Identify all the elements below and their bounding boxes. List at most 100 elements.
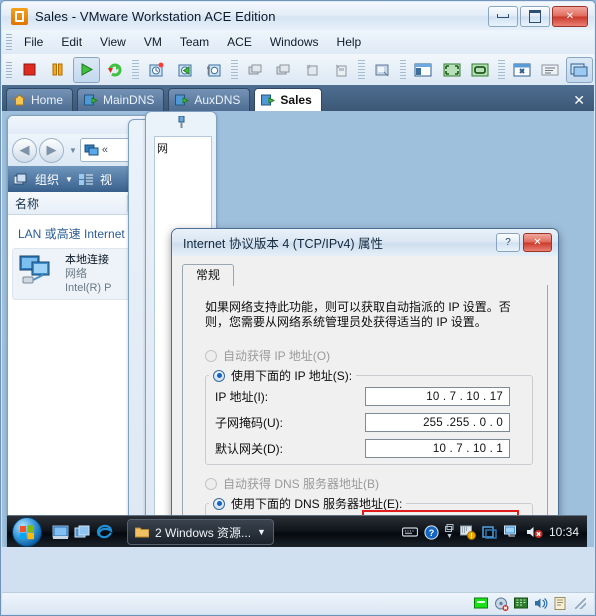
radio-indicator	[205, 349, 217, 362]
tab-sales[interactable]: Sales	[254, 88, 322, 111]
field-ip-address: IP 地址(I): 10 . 7 . 10 . 17	[215, 387, 525, 406]
subnet-mask-input[interactable]: 255 .255 . 0 . 0	[365, 413, 510, 432]
menubar-grip[interactable]	[6, 34, 12, 50]
console-icon[interactable]	[566, 56, 593, 83]
revert-snapshot-icon[interactable]	[172, 57, 199, 83]
vm-tab-icon	[175, 94, 190, 106]
windows-start-orb[interactable]	[12, 517, 42, 547]
dialog-tabs: 常规	[182, 264, 235, 286]
back-arrow-icon[interactable]: ◀	[12, 137, 37, 163]
network-status-icon[interactable]	[474, 597, 489, 610]
field-subnet-mask: 子网掩码(U): 255 .255 . 0 . 0	[215, 413, 525, 432]
breadcrumb[interactable]: «	[102, 144, 108, 156]
default-gateway-input[interactable]: 10 . 7 . 10 . 1	[365, 439, 510, 458]
radio-obtain-dns-auto[interactable]: 自动获得 DNS 服务器地址(B)	[205, 475, 379, 492]
menu-view[interactable]: View	[91, 33, 135, 51]
usb-status-icon[interactable]	[514, 597, 529, 610]
toolbar-separator-5	[498, 59, 505, 80]
fullscreen-icon[interactable]	[439, 57, 466, 83]
svg-text:!: !	[470, 533, 472, 540]
settings-icon[interactable]	[509, 57, 536, 83]
reset-icon[interactable]	[102, 57, 129, 83]
clone2-icon[interactable]	[270, 57, 297, 83]
radio-use-ip-manual[interactable]: 使用下面的 IP 地址(S):	[209, 367, 357, 384]
ip-address-input[interactable]: 10 . 7 . 10 . 17	[365, 387, 510, 406]
recent-pages-chevron-icon[interactable]: ▼	[69, 146, 77, 155]
window-title: Sales - VMware Workstation ACE Edition	[35, 8, 276, 24]
volume-muted-icon[interactable]	[526, 525, 543, 539]
close-tab-button[interactable]: ✕	[573, 89, 585, 111]
help-icon[interactable]: ?	[424, 524, 439, 540]
svg-text:?: ?	[429, 528, 435, 538]
sound-status-icon[interactable]	[534, 597, 549, 610]
menu-ace[interactable]: ACE	[218, 33, 261, 51]
menu-vm[interactable]: VM	[135, 33, 171, 51]
radio-obtain-dns-auto-label: 自动获得 DNS 服务器地址(B)	[223, 477, 380, 491]
radio-obtain-ip-auto[interactable]: 自动获得 IP 地址(O)	[205, 347, 330, 364]
radio-obtain-ip-auto-label: 自动获得 IP 地址(O)	[223, 349, 331, 363]
clone-icon[interactable]	[242, 57, 269, 83]
toolbar	[2, 54, 594, 86]
eject-icon[interactable]	[328, 57, 355, 83]
menu-team[interactable]: Team	[171, 33, 218, 51]
dialog-body: 常规 如果网络支持此功能，则可以获取自动指派的 IP 设置。否则，您需要从网络系…	[172, 256, 558, 547]
column-name[interactable]: 名称	[8, 195, 127, 212]
printer-status-icon[interactable]	[554, 596, 567, 611]
radio-indicator	[205, 477, 217, 490]
menubar: File Edit View VM Team ACE Windows Help	[2, 30, 594, 55]
taskbar-clock[interactable]: 10:34	[549, 525, 579, 539]
field-subnet-mask-label: 子网掩码(U):	[215, 416, 283, 430]
quick-launch-bar	[52, 524, 113, 540]
taskbar-button-explorer[interactable]: 2 Windows 资源... ▼	[127, 519, 274, 545]
tab-home[interactable]: Home	[6, 88, 74, 111]
menu-file[interactable]: File	[15, 33, 52, 51]
vm-tab-icon	[84, 94, 99, 106]
network-connections-icon	[84, 144, 99, 156]
connection-name: 本地连接	[65, 254, 109, 266]
menu-edit[interactable]: Edit	[52, 33, 91, 51]
keyboard-icon[interactable]	[401, 526, 418, 538]
general-tab-panel: 如果网络支持此功能，则可以获取自动指派的 IP 设置。否则，您需要从网络系统管理…	[182, 285, 548, 547]
views-button[interactable]: 视	[100, 171, 112, 188]
power-on-icon[interactable]	[73, 56, 100, 83]
tab-general[interactable]: 常规	[182, 264, 235, 286]
chevron-down-icon[interactable]: ▼	[257, 527, 266, 537]
dialog-close-button[interactable]: ✕	[523, 233, 552, 252]
snapshot-icon[interactable]	[143, 57, 170, 83]
snapshot-manager-icon[interactable]	[200, 57, 227, 83]
vm-tab-icon	[261, 94, 276, 106]
chevron-down-icon[interactable]: ▼	[65, 175, 73, 184]
tab-maindns[interactable]: MainDNS	[77, 88, 165, 111]
vmware-tools-icon[interactable]	[482, 525, 498, 540]
delete-icon[interactable]	[299, 57, 326, 83]
sidebar-toggle-icon[interactable]	[410, 57, 437, 83]
show-desktop-icon[interactable]	[52, 525, 69, 540]
menu-windows[interactable]: Windows	[261, 33, 328, 51]
power-off-icon[interactable]	[16, 57, 43, 83]
quick-switch-icon[interactable]	[468, 57, 495, 83]
radio-use-ip-manual-label: 使用下面的 IP 地址(S):	[231, 369, 353, 383]
resize-grip[interactable]	[575, 598, 586, 609]
switch-windows-icon[interactable]	[74, 525, 91, 540]
tab-auxdns[interactable]: AuxDNS	[168, 88, 251, 111]
minimize-button[interactable]	[488, 5, 518, 27]
chevron-up-icon[interactable]: ▼	[446, 533, 453, 540]
forward-arrow-icon[interactable]: ▶	[39, 137, 64, 163]
tab-sales-label: Sales	[280, 93, 312, 107]
toolbar-grip[interactable]	[6, 61, 12, 78]
network-icon[interactable]	[503, 525, 520, 539]
folder-icon	[135, 527, 149, 538]
suspend-icon[interactable]	[44, 57, 71, 83]
help-button[interactable]: ?	[496, 233, 520, 252]
menu-help[interactable]: Help	[328, 33, 371, 51]
internet-explorer-icon[interactable]	[96, 524, 113, 540]
disk-status-icon[interactable]	[494, 597, 509, 611]
connection-device: Intel(R) P	[65, 282, 112, 294]
maximize-button[interactable]	[520, 5, 550, 27]
capture-icon[interactable]	[369, 57, 396, 83]
security-icon[interactable]: !	[459, 525, 476, 540]
close-button[interactable]: ✕	[552, 5, 588, 27]
restore-small-icon[interactable]	[444, 524, 454, 532]
organize-button[interactable]: 组织	[35, 171, 59, 188]
summary-icon[interactable]	[538, 57, 565, 83]
